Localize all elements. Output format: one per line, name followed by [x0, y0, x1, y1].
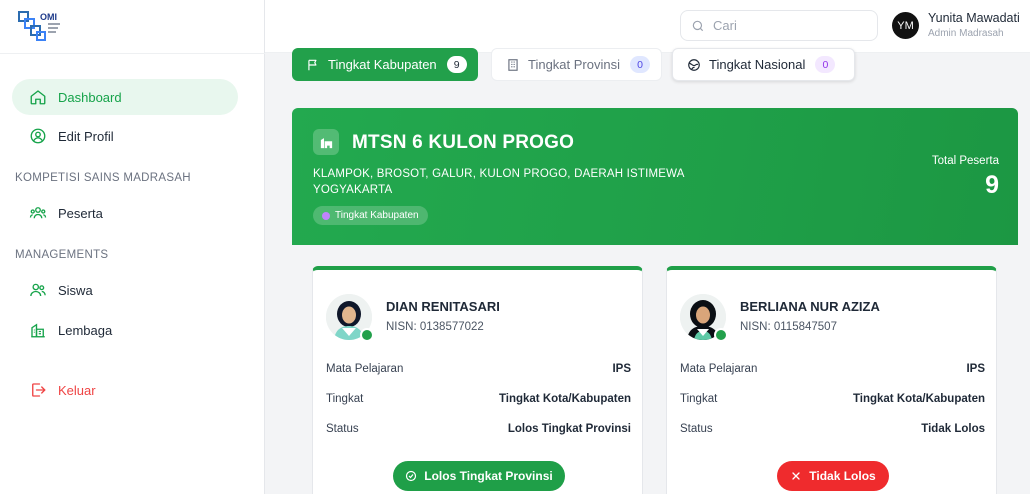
- logout-icon: [28, 380, 48, 400]
- search-icon: [692, 20, 704, 31]
- globe-icon: [687, 58, 701, 72]
- ksm-logo[interactable]: OMI: [18, 10, 62, 42]
- sidebar-item-keluar[interactable]: Keluar: [12, 372, 238, 408]
- tab-label: Tingkat Nasional: [709, 57, 806, 72]
- sidebar-item-peserta[interactable]: Peserta: [12, 195, 238, 231]
- tab-tingkat-nasional[interactable]: Tingkat Nasional 0: [672, 48, 855, 81]
- sidebar-item-dashboard[interactable]: Dashboard: [12, 79, 238, 115]
- total-peserta-label: Total Peserta: [931, 155, 999, 167]
- level-chip-label: Tingkat Kabupaten: [335, 210, 419, 221]
- sidebar-item-label: Siswa: [58, 282, 93, 298]
- section-label-managements: MANAGEMENTS: [15, 249, 109, 261]
- sidebar-item-label: Peserta: [58, 205, 103, 221]
- participant-nisn: NISN: 0115847507: [740, 321, 837, 333]
- tab-tingkat-provinsi[interactable]: Tingkat Provinsi 0: [491, 48, 662, 81]
- tab-count-badge: 0: [630, 56, 650, 73]
- online-status-icon: [714, 328, 728, 342]
- tab-label: Tingkat Kabupaten: [328, 57, 437, 72]
- level-chip: Tingkat Kabupaten: [313, 206, 428, 225]
- flag-icon: [306, 58, 320, 72]
- users-group-icon: [28, 203, 48, 223]
- subject-value: IPS: [612, 363, 631, 375]
- school-name: MTSN 6 KULON PROGO: [352, 132, 575, 153]
- status-label: Status: [326, 423, 359, 435]
- total-peserta-value: 9: [985, 171, 999, 199]
- status-button-label: Tidak Lolos: [809, 469, 876, 483]
- sidebar-item-siswa[interactable]: Siswa: [12, 272, 238, 308]
- check-circle-icon: [406, 470, 417, 482]
- section-label-ksm: KOMPETISI SAINS MADRASAH: [15, 172, 191, 184]
- top-bar: YM Yunita Mawadati Admin Madrasah: [265, 0, 1030, 53]
- sidebar-item-label: Dashboard: [58, 89, 122, 105]
- sidebar-item-label: Lembaga: [58, 322, 113, 338]
- status-lolos-button[interactable]: Lolos Tingkat Provinsi: [393, 461, 565, 491]
- user-circle-icon: [28, 126, 48, 146]
- level-value: Tingkat Kota/Kabupaten: [498, 393, 631, 405]
- sidebar: OMI Dashboard Edit Profil KOMPETISI SAIN…: [0, 0, 265, 494]
- building-icon: [28, 320, 48, 340]
- sidebar-item-label: Edit Profil: [58, 128, 114, 144]
- participant-card: DIAN RENITASARI NISN: 0138577022 Mata Pe…: [312, 266, 643, 494]
- search-box[interactable]: [680, 10, 878, 41]
- close-icon: [792, 472, 800, 480]
- participant-name: BERLIANA NUR AZIZA: [740, 299, 880, 314]
- participant-name: DIAN RENITASARI: [386, 299, 500, 314]
- status-value: Lolos Tingkat Provinsi: [507, 423, 631, 435]
- status-value: Tidak Lolos: [921, 423, 985, 435]
- chip-dot-icon: [322, 211, 330, 220]
- building-icon: [506, 58, 520, 72]
- level-label: Tingkat: [326, 393, 364, 405]
- level-value: Tingkat Kota/Kabupaten: [852, 393, 985, 405]
- users-icon: [28, 280, 48, 300]
- participant-card: BERLIANA NUR AZIZA NISN: 0115847507 Mata…: [666, 266, 997, 494]
- subject-value: IPS: [966, 363, 985, 375]
- svg-text:OMI: OMI: [40, 12, 57, 22]
- subject-label: Mata Pelajaran: [326, 363, 404, 375]
- subject-label: Mata Pelajaran: [680, 363, 758, 375]
- search-input[interactable]: [713, 18, 863, 33]
- user-name[interactable]: Yunita Mawadati: [928, 11, 1020, 25]
- tab-count-badge: 0: [815, 56, 836, 73]
- tab-count-badge: 9: [446, 56, 467, 73]
- online-status-icon: [360, 328, 374, 342]
- school-header: MTSN 6 KULON PROGO KLAMPOK, BROSOT, GALU…: [292, 108, 1018, 245]
- home-icon: [28, 87, 48, 107]
- school-icon: [313, 129, 339, 155]
- tab-tingkat-kabupaten[interactable]: Tingkat Kabupaten 9: [292, 48, 478, 81]
- sidebar-item-lembaga[interactable]: Lembaga: [12, 312, 238, 348]
- level-label: Tingkat: [680, 393, 718, 405]
- sidebar-item-label: Keluar: [58, 382, 96, 398]
- status-label: Status: [680, 423, 713, 435]
- user-role: Admin Madrasah: [928, 28, 1004, 39]
- participant-nisn: NISN: 0138577022: [386, 321, 484, 333]
- status-button-label: Lolos Tingkat Provinsi: [424, 469, 553, 483]
- sidebar-item-edit-profil[interactable]: Edit Profil: [12, 118, 238, 154]
- school-address: KLAMPOK, BROSOT, GALUR, KULON PROGO, DAE…: [313, 168, 685, 196]
- avatar[interactable]: YM: [892, 12, 919, 39]
- status-tidak-lolos-button[interactable]: Tidak Lolos: [777, 461, 889, 491]
- tab-label: Tingkat Provinsi: [528, 57, 620, 72]
- sidebar-divider: [0, 53, 265, 54]
